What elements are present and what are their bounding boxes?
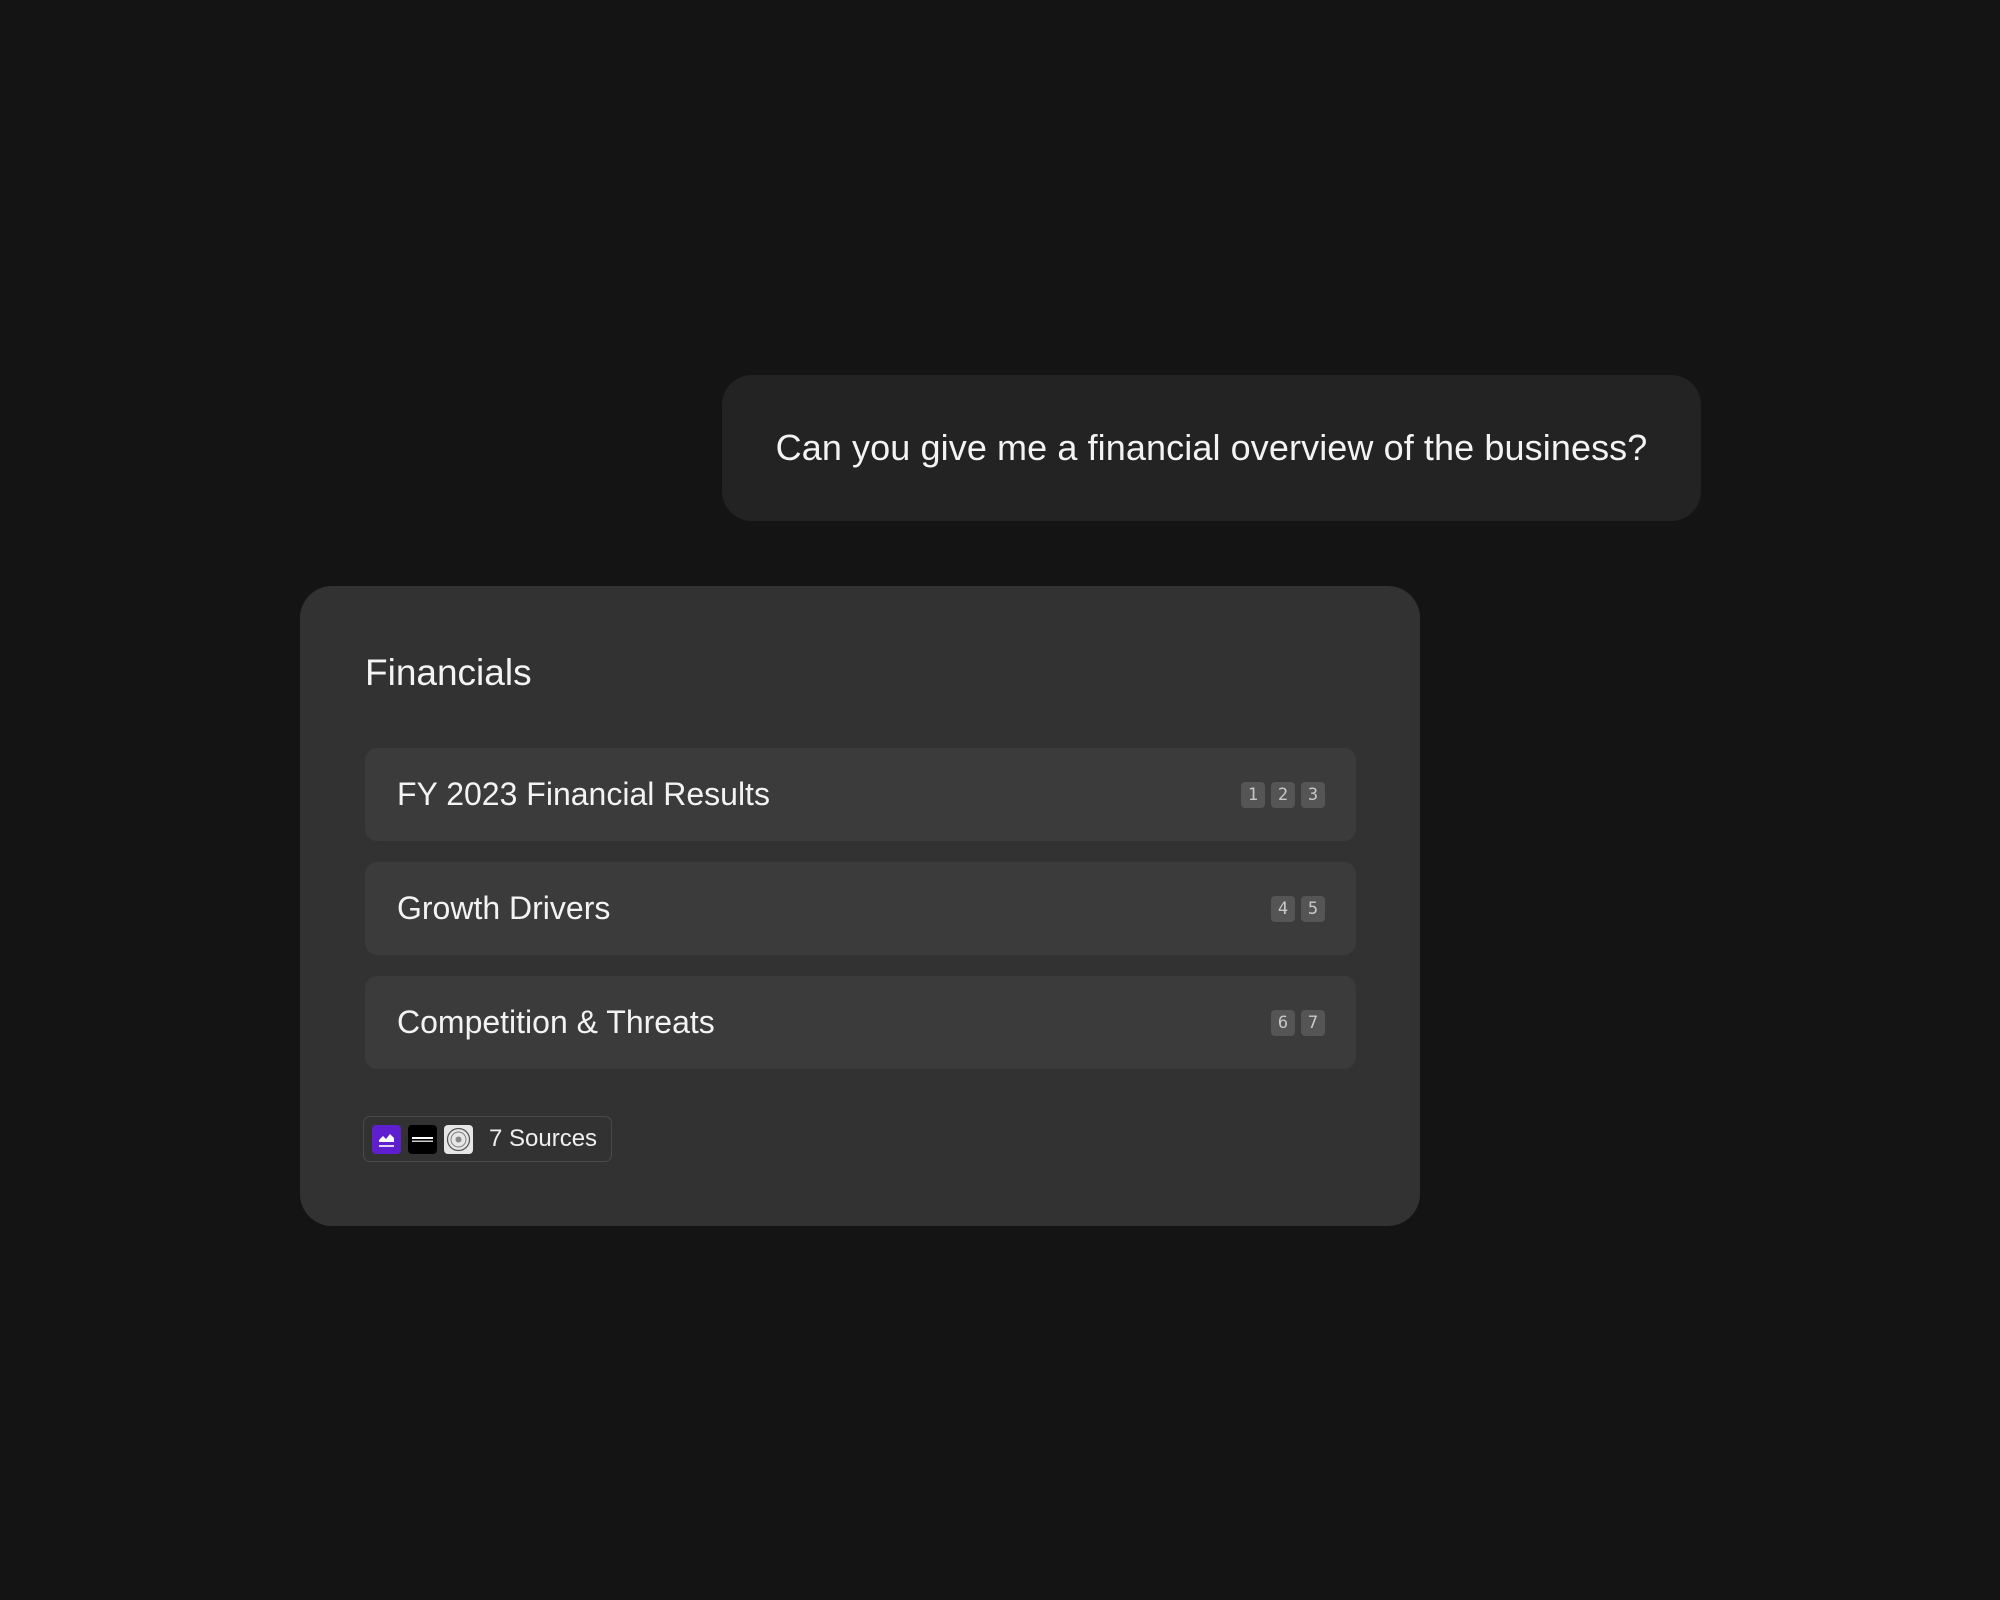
topic-row-competition-threats[interactable]: Competition & Threats 6 7 (365, 976, 1356, 1069)
topic-label: Growth Drivers (397, 890, 611, 926)
response-card: Financials FY 2023 Financial Results 1 2… (300, 586, 1420, 1226)
user-message-bubble: Can you give me a financial overview of … (722, 375, 1701, 521)
citation-badge[interactable]: 5 (1301, 895, 1325, 922)
user-message-text: Can you give me a financial overview of … (775, 427, 1648, 468)
citation-badge[interactable]: 6 (1271, 1009, 1295, 1036)
topic-label: Competition & Threats (397, 1004, 715, 1040)
citation-badge[interactable]: 7 (1301, 1009, 1325, 1036)
topic-row-fy2023-results[interactable]: FY 2023 Financial Results 1 2 3 (365, 748, 1356, 841)
topic-row-growth-drivers[interactable]: Growth Drivers 4 5 (365, 862, 1356, 955)
citation-badge[interactable]: 4 (1271, 895, 1295, 922)
topic-label: FY 2023 Financial Results (397, 776, 770, 812)
response-title: Financials (365, 652, 532, 693)
citation-badge[interactable]: 3 (1301, 781, 1325, 808)
citation-list: 6 7 (1271, 1009, 1325, 1036)
sec-seal-logo-icon (444, 1124, 473, 1154)
citation-badge[interactable]: 1 (1241, 781, 1265, 808)
bloomberg-logo-icon (408, 1124, 437, 1154)
citation-list: 1 2 3 (1241, 781, 1325, 808)
sources-count-label: 7 Sources (489, 1125, 598, 1152)
citation-list: 4 5 (1271, 895, 1325, 922)
sources-button[interactable]: 7 Sources (363, 1116, 613, 1162)
citation-badge[interactable]: 2 (1271, 781, 1295, 808)
yahoo-finance-logo-icon (372, 1124, 401, 1154)
